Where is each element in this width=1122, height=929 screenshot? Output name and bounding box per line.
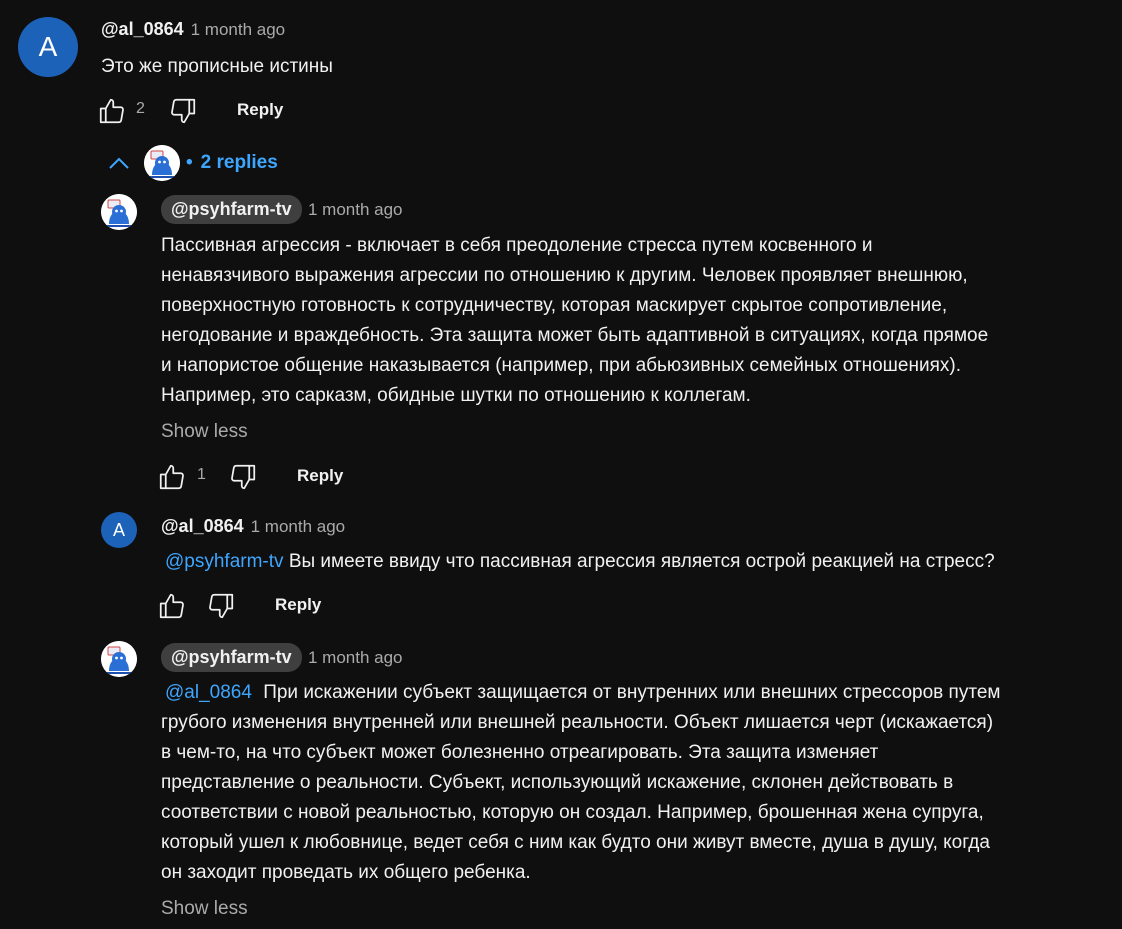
avatar[interactable] <box>101 641 137 677</box>
reply-text-line: он заходит проведать их общего ребенка. <box>161 862 531 883</box>
like-icon[interactable] <box>97 96 127 131</box>
replies-count-link[interactable]: 2 replies <box>201 152 278 174</box>
comment-text: Это же прописные истины <box>101 56 333 77</box>
reply-text-line: который ушел к любовнице, ведет себя с н… <box>161 832 990 853</box>
reply-time[interactable]: 1 month ago <box>308 200 403 220</box>
dislike-icon[interactable] <box>168 96 198 131</box>
reply-text-line: и напористое общение наказывается (напри… <box>161 355 961 376</box>
like-icon[interactable] <box>157 462 187 497</box>
reply-text: Пассивная агрессия - включает в себя пре… <box>161 231 988 411</box>
avatar[interactable] <box>101 194 137 230</box>
like-icon[interactable] <box>157 591 187 626</box>
mention-link[interactable]: @al_0864 <box>165 682 252 703</box>
reply-text-line: негодование и враждебность. Эта защита м… <box>161 325 989 346</box>
reply-text-line: в чем-то, на что субъект может болезненн… <box>161 742 879 763</box>
reply-time[interactable]: 1 month ago <box>308 648 403 668</box>
reply-text-line: грубого изменения внутренней или внешней… <box>161 712 994 733</box>
reply-text-first-line: @al_0864 При искажении субъект защищаетс… <box>161 678 1000 708</box>
reply-text-line: Пассивная агрессия - включает в себя пре… <box>161 235 873 256</box>
reply-text-line: ненавязчивого выражения агрессии по отно… <box>161 265 968 286</box>
mention-link[interactable]: @psyhfarm-tv <box>165 551 284 572</box>
reply-header: @al_0864 1 month ago <box>161 516 345 537</box>
reply-button[interactable]: Reply <box>297 466 343 486</box>
like-count: 2 <box>136 100 145 117</box>
chevron-up-icon <box>106 153 132 173</box>
like-count: 1 <box>197 466 206 483</box>
show-less-link[interactable]: Show less <box>161 421 248 443</box>
avatar[interactable]: A <box>18 17 78 77</box>
avatar-letter: A <box>112 519 125 540</box>
reply-text-line: Например, это сарказм, обидные шутки по … <box>161 385 751 406</box>
replies-toggle[interactable]: • 2 replies <box>106 143 278 183</box>
reply-author-chip[interactable]: @psyhfarm-tv <box>161 195 302 224</box>
reply-text: @al_0864 При искажении субъект защищаетс… <box>161 678 1000 888</box>
dislike-icon[interactable] <box>206 591 236 626</box>
avatar-letter: A <box>38 31 58 62</box>
comment-author[interactable]: @al_0864 <box>101 19 184 40</box>
reply-author[interactable]: @al_0864 <box>161 516 244 537</box>
reply-text-line: соответствии с новой реальностью, котору… <box>161 802 984 823</box>
dislike-icon[interactable] <box>228 462 258 497</box>
comment-time[interactable]: 1 month ago <box>191 20 286 40</box>
reply-text-line: При искажении субъект защищается от внут… <box>263 682 1001 703</box>
reply-text: @psyhfarm-tv Вы имеете ввиду что пассивн… <box>165 547 995 577</box>
reply-time[interactable]: 1 month ago <box>251 517 346 537</box>
comment-header: @al_0864 1 month ago <box>101 19 285 40</box>
reply-text-line: представление о реальности. Субъект, исп… <box>161 772 954 793</box>
avatar[interactable]: A <box>101 512 137 548</box>
replies-bullet: • <box>186 152 193 173</box>
reply-author-chip[interactable]: @psyhfarm-tv <box>161 643 302 672</box>
reply-text-body: Вы имеете ввиду что пассивная агрессия я… <box>288 551 995 572</box>
show-less-link[interactable]: Show less <box>161 898 248 920</box>
reply-text-line: поверхностную готовность к сотрудничеств… <box>161 295 948 316</box>
reply-button[interactable]: Reply <box>237 100 283 120</box>
comments-section: A @al_0864 1 month ago Это же прописные … <box>0 0 1122 929</box>
reply-button[interactable]: Reply <box>275 595 321 615</box>
reply-author-avatar <box>144 145 180 181</box>
